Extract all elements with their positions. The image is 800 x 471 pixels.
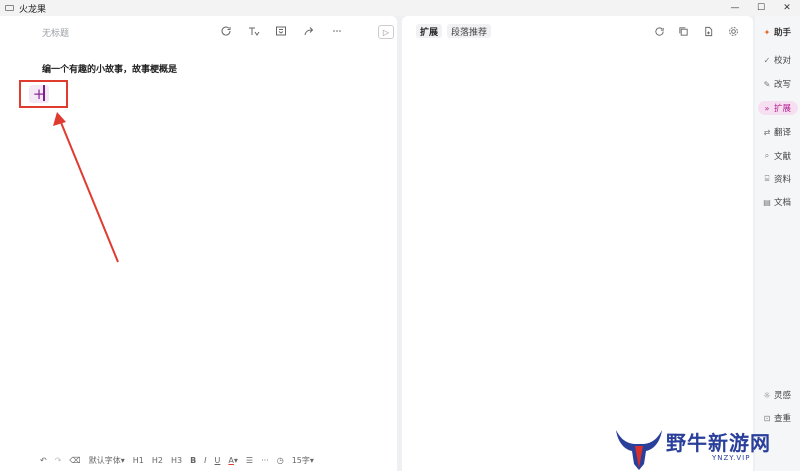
sidebar-item-plagiarism[interactable]: ⊡ 查重 <box>758 411 798 425</box>
sidebar-item-label: 校对 <box>774 56 792 66</box>
sidebar-item-label: 文献 <box>774 152 792 162</box>
doc-title-input[interactable]: 无标题 <box>42 26 69 39</box>
sidebar-item-materials[interactable]: ⌸ 资料 <box>758 172 798 186</box>
template-icon[interactable] <box>273 23 289 39</box>
toolbar-more-button[interactable]: ··· <box>261 456 269 465</box>
heading3-button[interactable]: H3 <box>171 456 182 465</box>
insert-plus-button[interactable]: + <box>29 85 49 103</box>
chevron-right-icon: ▷ <box>382 27 390 37</box>
assistant-sidebar: ✦ 助手 ✓ 校对 ✎ 改写 » 扩展 ⇄ 翻译 ⌕ 文献 ⌸ 资料 ▤ 文档 … <box>755 16 800 471</box>
heading1-button[interactable]: H1 <box>133 456 144 465</box>
share-icon[interactable] <box>301 23 317 39</box>
clear-format-icon[interactable]: ⌫ <box>69 456 80 465</box>
maximize-button[interactable]: ☐ <box>748 0 774 16</box>
sidebar-item-label: 改写 <box>774 80 792 90</box>
sidebar-item-inspiration[interactable]: ☼ 灵感 <box>758 388 798 402</box>
text-style-icon[interactable] <box>246 23 262 39</box>
sidebar-item-proofread[interactable]: ✓ 校对 <box>758 53 798 67</box>
rewrite-icon: ✎ <box>763 79 771 89</box>
app-icon <box>5 5 14 11</box>
sidebar-item-label: 文档 <box>774 198 792 208</box>
watermark-text: 野牛新游网 <box>666 431 771 455</box>
copy-icon[interactable] <box>676 24 690 38</box>
sidebar-item-docs[interactable]: ▤ 文档 <box>758 195 798 209</box>
heading2-button[interactable]: H2 <box>152 456 163 465</box>
list-icon[interactable]: ☰ <box>246 456 253 465</box>
font-color-label: A <box>228 455 234 465</box>
collapse-panel-button[interactable]: ▷ <box>378 25 394 39</box>
sidebar-item-label: 查重 <box>774 414 792 424</box>
assistant-logo-icon: ✦ <box>763 27 771 37</box>
sidebar-item-expand[interactable]: » 扩展 <box>758 101 798 115</box>
prompt-text[interactable]: 编一个有趣的小故事，故事梗概是 <box>42 62 177 75</box>
app-title: 火龙果 <box>19 4 47 15</box>
sidebar-header[interactable]: ✦ 助手 <box>758 25 798 39</box>
sidebar-item-label: 资料 <box>774 175 792 185</box>
text-caret <box>43 85 45 101</box>
refresh-icon[interactable] <box>652 24 666 38</box>
refresh-icon[interactable] <box>218 23 234 39</box>
timer-icon[interactable]: ◷ <box>277 456 284 465</box>
italic-button[interactable]: I <box>204 456 206 465</box>
redo-icon[interactable]: ↷ <box>55 456 62 465</box>
minimize-button[interactable]: — <box>722 0 748 16</box>
word-count-label: 15字 <box>291 455 310 465</box>
sidebar-header-label: 助手 <box>774 28 792 38</box>
insert-doc-icon[interactable] <box>701 24 715 38</box>
watermark: 野牛新游网 YNZY.VIP <box>612 424 800 471</box>
editor-pane: 无标题 ▷ 编一个有趣的小故事，故事梗概是 + ↶ ↷ ⌫ 默认字体 ▾ H1 H… <box>0 16 397 471</box>
translate-icon: ⇄ <box>763 127 771 137</box>
title-bar: 火龙果 — ☐ ✕ <box>0 0 800 16</box>
check-icon: ✓ <box>763 55 771 65</box>
tab-expand[interactable]: 扩展 <box>416 24 443 38</box>
watermark-subtext: YNZY.VIP <box>712 454 751 462</box>
annotation-arrow <box>53 112 119 263</box>
folder-icon: ⌸ <box>764 174 770 183</box>
search-icon: ⌕ <box>764 151 770 160</box>
tab-paragraph-recommend[interactable]: 段落推荐 <box>447 24 492 38</box>
window-controls: — ☐ ✕ <box>722 0 800 16</box>
assistant-panel: 扩展 段落推荐 <box>402 16 753 471</box>
word-count[interactable]: 15字 ▾ <box>292 455 314 466</box>
bulb-icon: ☼ <box>763 390 771 400</box>
format-toolbar: ↶ ↷ ⌫ 默认字体 ▾ H1 H2 H3 B I U A ▾ ☰ ··· ◷ 15… <box>40 453 322 467</box>
sidebar-item-literature[interactable]: ⌕ 文献 <box>758 149 798 163</box>
doc-icon: ▤ <box>763 197 771 207</box>
more-icon[interactable] <box>329 23 345 39</box>
sidebar-item-label: 扩展 <box>774 104 792 114</box>
sidebar-item-label: 翻译 <box>774 128 792 138</box>
bold-button[interactable]: B <box>190 456 196 465</box>
gear-icon[interactable] <box>726 24 740 38</box>
font-color-button[interactable]: A ▾ <box>228 456 238 465</box>
underline-button[interactable]: U <box>215 456 221 465</box>
font-select-label: 默认字体 <box>88 455 121 465</box>
sidebar-item-rewrite[interactable]: ✎ 改写 <box>758 77 798 91</box>
undo-icon[interactable]: ↶ <box>40 456 47 465</box>
check-dup-icon: ⊡ <box>763 413 771 423</box>
sidebar-item-label: 灵感 <box>774 391 792 401</box>
sidebar-item-translate[interactable]: ⇄ 翻译 <box>758 125 798 139</box>
insert-highlight-box: + <box>19 80 68 108</box>
font-select[interactable]: 默认字体 ▾ <box>89 455 125 466</box>
bull-logo-icon <box>616 430 662 470</box>
close-button[interactable]: ✕ <box>774 0 800 16</box>
expand-icon: » <box>764 103 770 113</box>
